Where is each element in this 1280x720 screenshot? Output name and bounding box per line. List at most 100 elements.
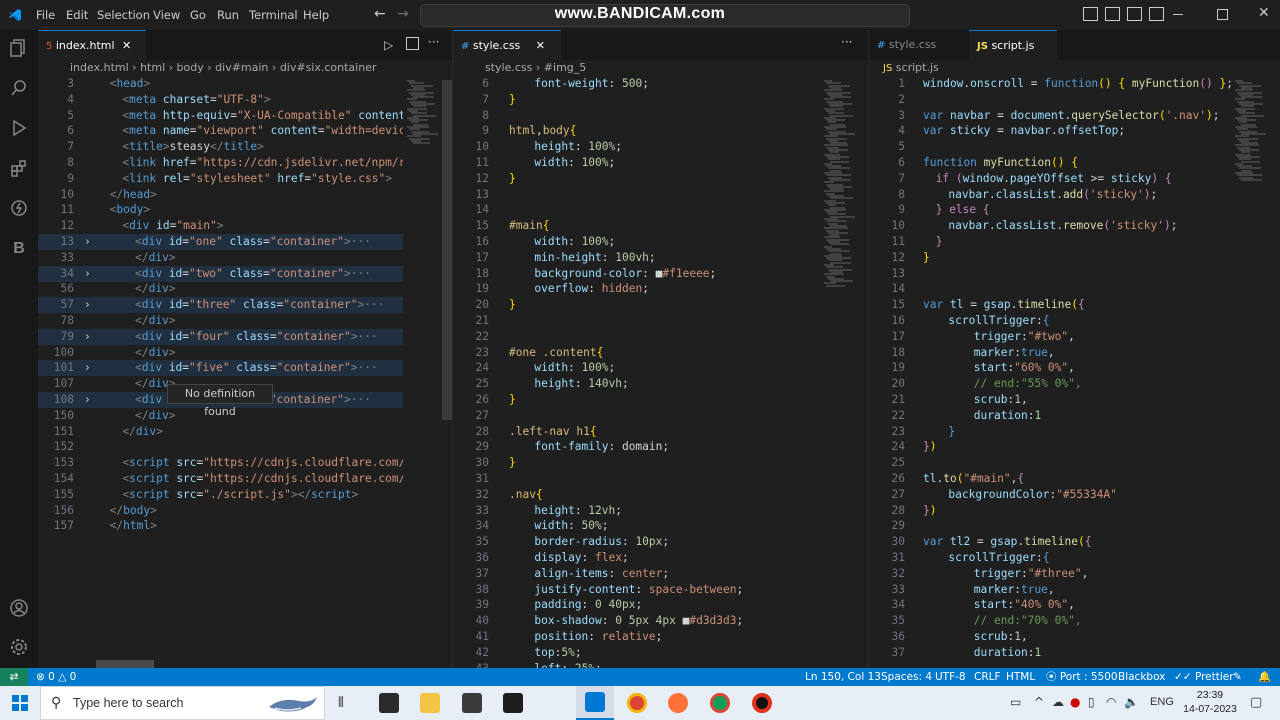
code-line[interactable]: 154 <script src="https://cdnjs.cloudflare…	[38, 471, 403, 487]
code-editor-js[interactable]: 1 window.onscroll = function() { myFuncti…	[869, 76, 1231, 668]
code-line[interactable]: 37 duration:1	[869, 645, 1231, 661]
code-line[interactable]: 30}	[453, 455, 820, 471]
code-line[interactable]: 19 start:"60% 0%",	[869, 360, 1231, 376]
code-line[interactable]: 31 scrollTrigger:{	[869, 550, 1231, 566]
code-line[interactable]: 35 border-radius: 10px;	[453, 534, 820, 550]
code-line[interactable]: 153 <script src="https://cdnjs.cloudflare…	[38, 455, 403, 471]
split-editor-icon[interactable]	[406, 37, 419, 50]
code-line[interactable]: 19 overflow: hidden;	[453, 281, 820, 297]
code-line[interactable]: 12}	[453, 171, 820, 187]
feedback-icon[interactable]: ✎	[1233, 668, 1242, 686]
code-line[interactable]: 8 <link href="https://cdn.jsdelivr.net/np…	[38, 155, 403, 171]
code-line[interactable]: 6 font-weight: 500;	[453, 76, 820, 92]
code-line[interactable]: 12}	[869, 250, 1231, 266]
firefox-icon[interactable]	[668, 693, 688, 713]
horizontal-scrollbar[interactable]	[96, 660, 154, 668]
code-line[interactable]: 100 </div>	[38, 345, 403, 361]
restore-icon[interactable]	[1217, 9, 1228, 20]
back-arrow-icon[interactable]: ←	[374, 6, 386, 22]
volume-icon[interactable]: 🔈	[1124, 695, 1139, 709]
code-line[interactable]: 28 .left-nav h1{	[453, 424, 820, 440]
code-line[interactable]: 39 padding: 0 40px;	[453, 597, 820, 613]
remote-indicator-icon[interactable]: ⇄	[0, 668, 28, 686]
code-line[interactable]: 4 var sticky = navbar.offsetTop;	[869, 123, 1231, 139]
minimize-icon[interactable]	[1173, 14, 1183, 15]
code-line[interactable]: 17 trigger:"#two",	[869, 329, 1231, 345]
code-line[interactable]: 22	[453, 329, 820, 345]
code-line[interactable]: 21 scrub:1,	[869, 392, 1231, 408]
code-line[interactable]: 10 navbar.classList.remove('sticky');	[869, 218, 1231, 234]
chrome-icon[interactable]	[627, 693, 647, 713]
code-editor-css[interactable]: 6 font-weight: 500; 7} 8 9 html,body{10 height…	[453, 76, 820, 668]
code-line[interactable]: 11 <body>	[38, 202, 403, 218]
toggle-panel-icon[interactable]	[1105, 7, 1120, 21]
code-line[interactable]: 15 var tl = gsap.timeline({	[869, 297, 1231, 313]
task-view-icon[interactable]: ⫴	[338, 695, 344, 711]
vscode-taskbar-button[interactable]	[576, 686, 614, 720]
code-line[interactable]: 8 navbar.classList.add('sticky');	[869, 187, 1231, 203]
run-debug-icon[interactable]	[8, 118, 30, 140]
code-line[interactable]: 33 height: 12vh;	[453, 503, 820, 519]
code-line[interactable]: 23}	[869, 424, 1231, 440]
code-line[interactable]: 34 start:"40% 0%",	[869, 597, 1231, 613]
code-line[interactable]: 42 top:5%;	[453, 645, 820, 661]
remote-explorer-icon[interactable]	[8, 198, 30, 220]
mail-icon[interactable]	[462, 693, 482, 713]
record-icon[interactable]: ●	[1070, 695, 1080, 709]
prettier-status[interactable]: ✓✓ Prettier	[1174, 668, 1234, 686]
code-line[interactable]: 25	[869, 455, 1231, 471]
code-line[interactable]: 34 › <div id="two" class="container">···	[38, 265, 403, 282]
code-line[interactable]: 20 // end:"55% 0%",	[869, 376, 1231, 392]
problems-indicator[interactable]: ⊗ 0 △ 0	[36, 668, 76, 686]
code-line[interactable]: 13	[869, 266, 1231, 282]
code-line[interactable]: 8	[453, 108, 820, 124]
breadcrumb-container[interactable]: div#six.container	[280, 61, 377, 74]
code-line[interactable]: 157 </html>	[38, 518, 403, 534]
menu-file[interactable]: File	[36, 0, 55, 30]
code-line[interactable]: 12 <div id="main">	[38, 218, 403, 234]
code-line[interactable]: 14	[453, 202, 820, 218]
code-line[interactable]: 43 left: 25%;	[453, 661, 820, 668]
code-line[interactable]: 79 › <div id="four" class="container">···	[38, 328, 403, 345]
live-server-port[interactable]: ⦿ Port : 5500	[1046, 668, 1118, 686]
menu-view[interactable]: View	[153, 0, 180, 30]
code-editor-html[interactable]: 3 <head> 4 <meta charset="UTF-8"> 5 <meta htt…	[38, 76, 403, 668]
code-line[interactable]: 151 </div>	[38, 424, 403, 440]
code-line[interactable]: 13	[453, 187, 820, 203]
code-line[interactable]: 2	[869, 92, 1231, 108]
code-line[interactable]: 36 scrub:1,	[869, 629, 1231, 645]
code-line[interactable]: 15 #main{	[453, 218, 820, 234]
code-line[interactable]: 3 var navbar = document.querySelector('.n…	[869, 108, 1231, 124]
bandicam-icon[interactable]	[752, 693, 772, 713]
tray-chevron-icon[interactable]: ^	[1034, 695, 1044, 709]
code-line[interactable]: 36 display: flex;	[453, 550, 820, 566]
menu-terminal[interactable]: Terminal	[249, 0, 298, 30]
menu-go[interactable]: Go	[190, 0, 206, 30]
code-line[interactable]: 152	[38, 439, 403, 455]
blackbox-icon[interactable]: B	[8, 238, 30, 260]
breadcrumb-selector[interactable]: #img_5	[544, 61, 586, 74]
search-icon[interactable]	[8, 78, 30, 100]
code-line[interactable]: 6 function myFunction() {	[869, 155, 1231, 171]
language-indicator[interactable]: ENG	[1150, 696, 1174, 708]
code-line[interactable]: 78 </div>	[38, 313, 403, 329]
settings-gear-icon[interactable]	[8, 637, 30, 659]
code-line[interactable]: 13 › <div id="one" class="container">···	[38, 234, 403, 250]
code-line[interactable]: 14	[869, 281, 1231, 297]
code-line[interactable]: 18 background-color: ■#f1eeee;	[453, 266, 820, 282]
code-line[interactable]: 11}	[869, 234, 1231, 250]
line-ending[interactable]: CRLF	[974, 668, 1001, 686]
blackbox-status[interactable]: Blackbox	[1118, 668, 1165, 686]
code-line[interactable]: 3 <head>	[38, 76, 403, 92]
code-line[interactable]: 7}	[453, 92, 820, 108]
fold-chevron-icon[interactable]: ›	[84, 266, 91, 282]
toggle-sidebar-icon[interactable]	[1083, 7, 1098, 21]
breadcrumb-main[interactable]: div#main	[215, 61, 268, 74]
more-actions-icon[interactable]: ···	[428, 35, 439, 49]
code-line[interactable]: 28})	[869, 503, 1231, 519]
menu-selection[interactable]: Selection	[97, 0, 150, 30]
code-line[interactable]: 40 box-shadow: 0 5px 4px ■#d3d3d3;	[453, 613, 820, 629]
code-line[interactable]: 6 <meta name="viewport" content="width=de…	[38, 123, 403, 139]
code-line[interactable]: 20}	[453, 297, 820, 313]
fold-chevron-icon[interactable]: ›	[84, 297, 91, 313]
